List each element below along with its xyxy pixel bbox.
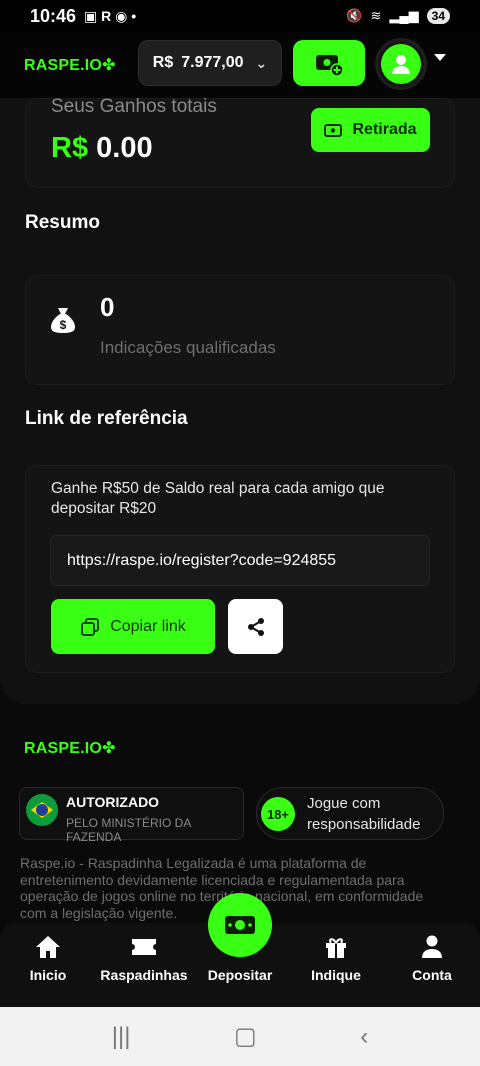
share-button[interactable]	[228, 599, 283, 654]
nav-label-inicio: Inicio	[29, 967, 67, 983]
status-bar: 10:46 ▣ R ◉ • 🔇 ≋ ▂▄▆ 34	[0, 0, 480, 32]
clover-icon: ✤	[102, 740, 116, 757]
authorized-badge: AUTORIZADO PELO MINISTÉRIO DA FAZENDA	[19, 787, 244, 844]
nav-label-indique: Indique	[311, 967, 361, 983]
referral-description: Ganhe R$50 de Saldo real para cada amigo…	[51, 480, 385, 517]
wifi-icon: ≋	[370, 8, 382, 23]
nav-item-inicio[interactable]: Inicio	[0, 935, 96, 983]
earnings-label: Seus Ganhos totais	[51, 96, 217, 117]
authorized-subtitle: PELO MINISTÉRIO DA FAZENDA	[66, 816, 191, 844]
qualified-label: Indicações qualificadas	[100, 338, 276, 357]
battery-indicator: 34	[426, 8, 450, 24]
nav-label-depositar: Depositar	[207, 967, 273, 983]
mute-icon: 🔇	[346, 8, 363, 23]
signal-icon: ▂▄▆	[389, 8, 419, 23]
brazil-flag-icon	[26, 794, 58, 826]
gift-icon	[326, 938, 346, 958]
clover-icon: ✤	[102, 57, 116, 74]
profile-caret-icon[interactable]	[434, 54, 446, 61]
copy-link-button[interactable]: Copiar link	[51, 599, 215, 654]
referral-link-field[interactable]: https://raspe.io/register?code=924855	[50, 535, 430, 586]
avatar	[381, 44, 421, 84]
recent-apps-icon[interactable]: |||	[112, 1023, 131, 1051]
earnings-currency: R$	[51, 132, 89, 164]
status-time: 10:46	[30, 5, 77, 26]
footer-logo-text: RASPE.IO	[24, 740, 103, 757]
copy-link-label: Copiar link	[110, 617, 186, 635]
notification-icons: ▣ R ◉ •	[84, 7, 137, 24]
withdraw-label: Retirada	[352, 121, 417, 138]
balance-value: 7.977,00	[181, 54, 244, 71]
balance-currency: R$	[152, 54, 174, 71]
system-nav-bar: ||| ▢ ‹	[0, 1007, 480, 1066]
back-icon[interactable]: ‹	[360, 1023, 368, 1051]
authorized-title: AUTORIZADO	[66, 794, 160, 810]
user-icon	[422, 935, 442, 958]
earnings-amount: 0.00	[96, 132, 153, 164]
user-icon	[392, 55, 410, 74]
home-icon	[36, 936, 60, 958]
earnings-value: R$ 0.00	[51, 132, 153, 165]
logo-text: RASPE.IO	[24, 57, 103, 74]
money-bag-icon: $	[51, 308, 75, 333]
chevron-down-icon: ⌄	[255, 54, 268, 71]
copy-icon	[81, 617, 100, 636]
top-bar: RASPE.IO✤ R$ 7.977,00 ⌄	[0, 32, 480, 98]
summary-title: Resumo	[25, 212, 100, 233]
header-logo[interactable]: RASPE.IO✤	[24, 55, 116, 75]
deposit-fab[interactable]	[208, 893, 272, 957]
referral-title: Link de referência	[25, 408, 188, 429]
nav-item-conta[interactable]: Conta	[384, 935, 480, 983]
ticket-icon	[132, 939, 156, 955]
deposit-button[interactable]	[293, 40, 365, 86]
nav-label-conta: Conta	[412, 967, 452, 983]
nav-label-raspadinhas: Raspadinhas	[100, 967, 188, 983]
cash-register-icon	[324, 124, 343, 137]
share-icon	[247, 617, 264, 636]
withdraw-button[interactable]: Retirada	[311, 108, 430, 152]
nav-item-raspadinhas[interactable]: Raspadinhas	[96, 935, 192, 983]
wallet-add-icon	[316, 55, 344, 76]
nav-item-indique[interactable]: Indique	[288, 935, 384, 983]
cash-icon	[225, 916, 255, 934]
status-right: 🔇 ≋ ▂▄▆ 34	[346, 8, 450, 24]
svg-text:$: $	[60, 318, 67, 332]
responsible-gaming-badge: 18+ Jogue com responsabilidade	[256, 787, 444, 840]
status-left: 10:46 ▣ R ◉ •	[30, 6, 136, 27]
profile-button[interactable]	[375, 38, 427, 90]
qualified-count: 0	[100, 292, 115, 322]
responsible-gaming-text: Jogue com responsabilidade	[307, 795, 421, 833]
home-system-icon[interactable]: ▢	[234, 1022, 257, 1051]
age-restriction-icon: 18+	[261, 797, 295, 831]
balance-dropdown[interactable]: R$ 7.977,00 ⌄	[138, 40, 282, 86]
summary-card	[25, 275, 455, 385]
footer-logo: RASPE.IO✤	[24, 738, 116, 758]
